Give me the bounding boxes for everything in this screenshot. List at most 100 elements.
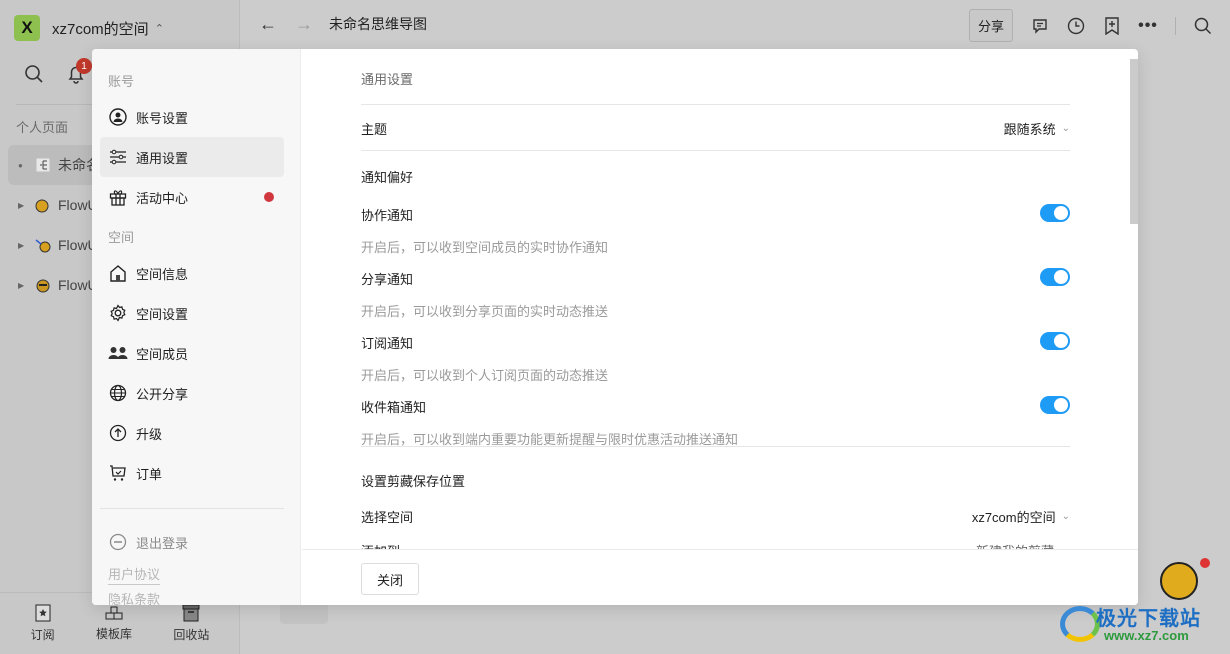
collab-notify-label: 协作通知	[361, 208, 414, 223]
select-space-dropdown[interactable]: xz7com的空间 ⌄	[972, 507, 1070, 526]
share-notify-label: 分享通知	[361, 272, 414, 287]
settings-nav: 账号 账号设置 通用设置 活动中心 空间 空间信息 空间设置 空间成员 公开分享…	[92, 49, 301, 605]
scrollbar[interactable]	[1130, 59, 1138, 224]
nav-item-general-settings[interactable]: 通用设置	[100, 137, 284, 177]
search-icon[interactable]	[24, 64, 44, 87]
nav-section-space: 空间	[108, 230, 135, 245]
home-icon	[108, 263, 128, 283]
privacy-policy-link[interactable]: 隐私条款	[108, 589, 160, 605]
expand-arrow-icon[interactable]: ▶	[18, 201, 28, 210]
nav-item-space-settings[interactable]: 空间设置	[100, 293, 284, 333]
subscribe-notify-label: 订阅通知	[361, 336, 414, 351]
nav-item-label: 活动中心	[136, 190, 189, 206]
gift-icon	[108, 187, 128, 207]
nav-item-orders[interactable]: 订单	[100, 453, 284, 493]
nav-item-account-settings[interactable]: 账号设置	[100, 97, 284, 137]
theme-select[interactable]: 跟随系统 ⌄	[1004, 119, 1070, 138]
nav-item-label: 空间信息	[136, 266, 189, 282]
logout-label: 退出登录	[136, 535, 189, 551]
inbox-notify-label: 收件箱通知	[361, 400, 427, 415]
nav-item-public-share[interactable]: 公开分享	[100, 373, 284, 413]
chevron-down-icon: ⌄	[1061, 123, 1070, 134]
collab-notify-row: 协作通知 开启后，可以收到空间成员的实时协作通知	[361, 204, 1070, 256]
share-notify-row: 分享通知 开启后，可以收到分享页面的实时动态推送	[361, 268, 1070, 320]
share-button[interactable]: 分享	[968, 9, 1013, 42]
comment-icon[interactable]	[1031, 17, 1049, 35]
nav-item-space-members[interactable]: 空间成员	[100, 333, 284, 373]
settings-modal: 账号 账号设置 通用设置 活动中心 空间 空间信息 空间设置 空间成员 公开分享…	[92, 49, 1138, 605]
mascot-icon	[1160, 562, 1198, 600]
cart-icon	[108, 463, 128, 483]
document-title: 未命名思维导图	[329, 16, 427, 32]
bee-icon	[34, 236, 52, 254]
expand-arrow-icon[interactable]: ▶	[18, 241, 28, 250]
back-arrow-icon[interactable]: ←	[259, 14, 277, 35]
forward-arrow-icon[interactable]: →	[295, 14, 313, 35]
select-space-label: 选择空间	[361, 510, 414, 525]
nav-section-account: 账号	[108, 74, 135, 89]
close-button[interactable]: 关闭	[361, 563, 419, 595]
divider	[361, 104, 1070, 105]
subscribe-button[interactable]: 订阅	[31, 604, 55, 643]
share-notify-desc: 开启后，可以收到分享页面的实时动态推送	[361, 304, 609, 319]
workspace-name: xz7com的空间	[52, 20, 149, 38]
bookmark-add-icon[interactable]	[1103, 16, 1121, 35]
bee-icon	[34, 196, 52, 214]
clip-section-header: 设置剪藏保存位置	[361, 471, 1070, 490]
gear-icon	[108, 303, 128, 323]
inbox-notify-toggle[interactable]	[1040, 396, 1070, 414]
logout-button[interactable]: 退出登录	[108, 532, 188, 552]
trash-icon	[182, 604, 200, 622]
nav-item-space-info[interactable]: 空间信息	[100, 253, 284, 293]
mindmap-icon	[34, 156, 52, 174]
chevron-up-down-icon: ⌃	[154, 22, 164, 35]
collab-notify-toggle[interactable]	[1040, 204, 1070, 222]
user-agreement-link[interactable]: 用户协议	[108, 564, 161, 585]
swirl-logo-icon	[1060, 606, 1100, 642]
notifications-button[interactable]: 1	[66, 58, 92, 87]
subscribe-label: 订阅	[30, 628, 55, 642]
subscribe-notify-toggle[interactable]	[1040, 332, 1070, 350]
watermark-text: 极光下载站	[1096, 608, 1201, 630]
red-dot	[1200, 558, 1210, 568]
theme-row: 主题 跟随系统 ⌄	[361, 119, 1070, 138]
template-label: 模板库	[95, 627, 132, 641]
theme-label: 主题	[361, 122, 388, 137]
modal-footer: 关闭	[302, 549, 1138, 605]
nav-item-label: 升级	[136, 426, 163, 442]
top-bar: ← → 未命名思维导图 分享 •••	[241, 0, 1230, 48]
globe-icon	[108, 383, 128, 403]
nav-item-activity-center[interactable]: 活动中心	[100, 177, 284, 217]
more-icon[interactable]: •••	[1138, 17, 1157, 35]
notify-section-label: 通知偏好	[361, 170, 414, 185]
content-title: 通用设置	[361, 72, 414, 87]
nav-item-label: 通用设置	[136, 150, 189, 166]
template-button[interactable]: 模板库	[96, 605, 132, 642]
minus-circle-icon	[108, 532, 128, 552]
nav-item-label: 账号设置	[136, 110, 189, 126]
history-icon[interactable]	[1067, 17, 1085, 35]
section-label: 个人页面	[16, 120, 69, 135]
notification-badge: 1	[76, 58, 92, 74]
upgrade-icon	[108, 423, 128, 443]
inbox-notify-row: 收件箱通知 开启后，可以收到端内重要功能更新提醒与限时优惠活动推送通知	[361, 396, 1070, 448]
chevron-down-icon: ⌄	[1061, 511, 1070, 522]
workspace-switcher[interactable]: X xz7com的空间 ⌃	[14, 14, 164, 42]
watermark: 极光下载站 www.xz7.com	[1060, 558, 1220, 650]
nav-item-upgrade[interactable]: 升级	[100, 413, 284, 453]
settings-content: 通用设置 主题 跟随系统 ⌄ 通知偏好 协作通知 开启后，可以收到空间成员的实时…	[302, 49, 1138, 559]
nav-item-label: 订单	[136, 466, 163, 482]
user-circle-icon	[108, 107, 128, 127]
nav-item-label: 空间设置	[136, 306, 189, 322]
divider	[100, 508, 284, 509]
search-icon[interactable]	[1194, 17, 1212, 35]
expand-arrow-icon[interactable]: ▶	[18, 281, 28, 290]
divider	[1175, 16, 1176, 35]
share-notify-toggle[interactable]	[1040, 268, 1070, 286]
trash-button[interactable]: 回收站	[173, 604, 209, 643]
notify-section-header: 通知偏好	[361, 167, 1070, 186]
select-space-value: xz7com的空间	[971, 510, 1056, 525]
subscribe-icon	[35, 604, 51, 622]
sliders-icon	[108, 147, 128, 167]
members-icon	[108, 343, 128, 363]
